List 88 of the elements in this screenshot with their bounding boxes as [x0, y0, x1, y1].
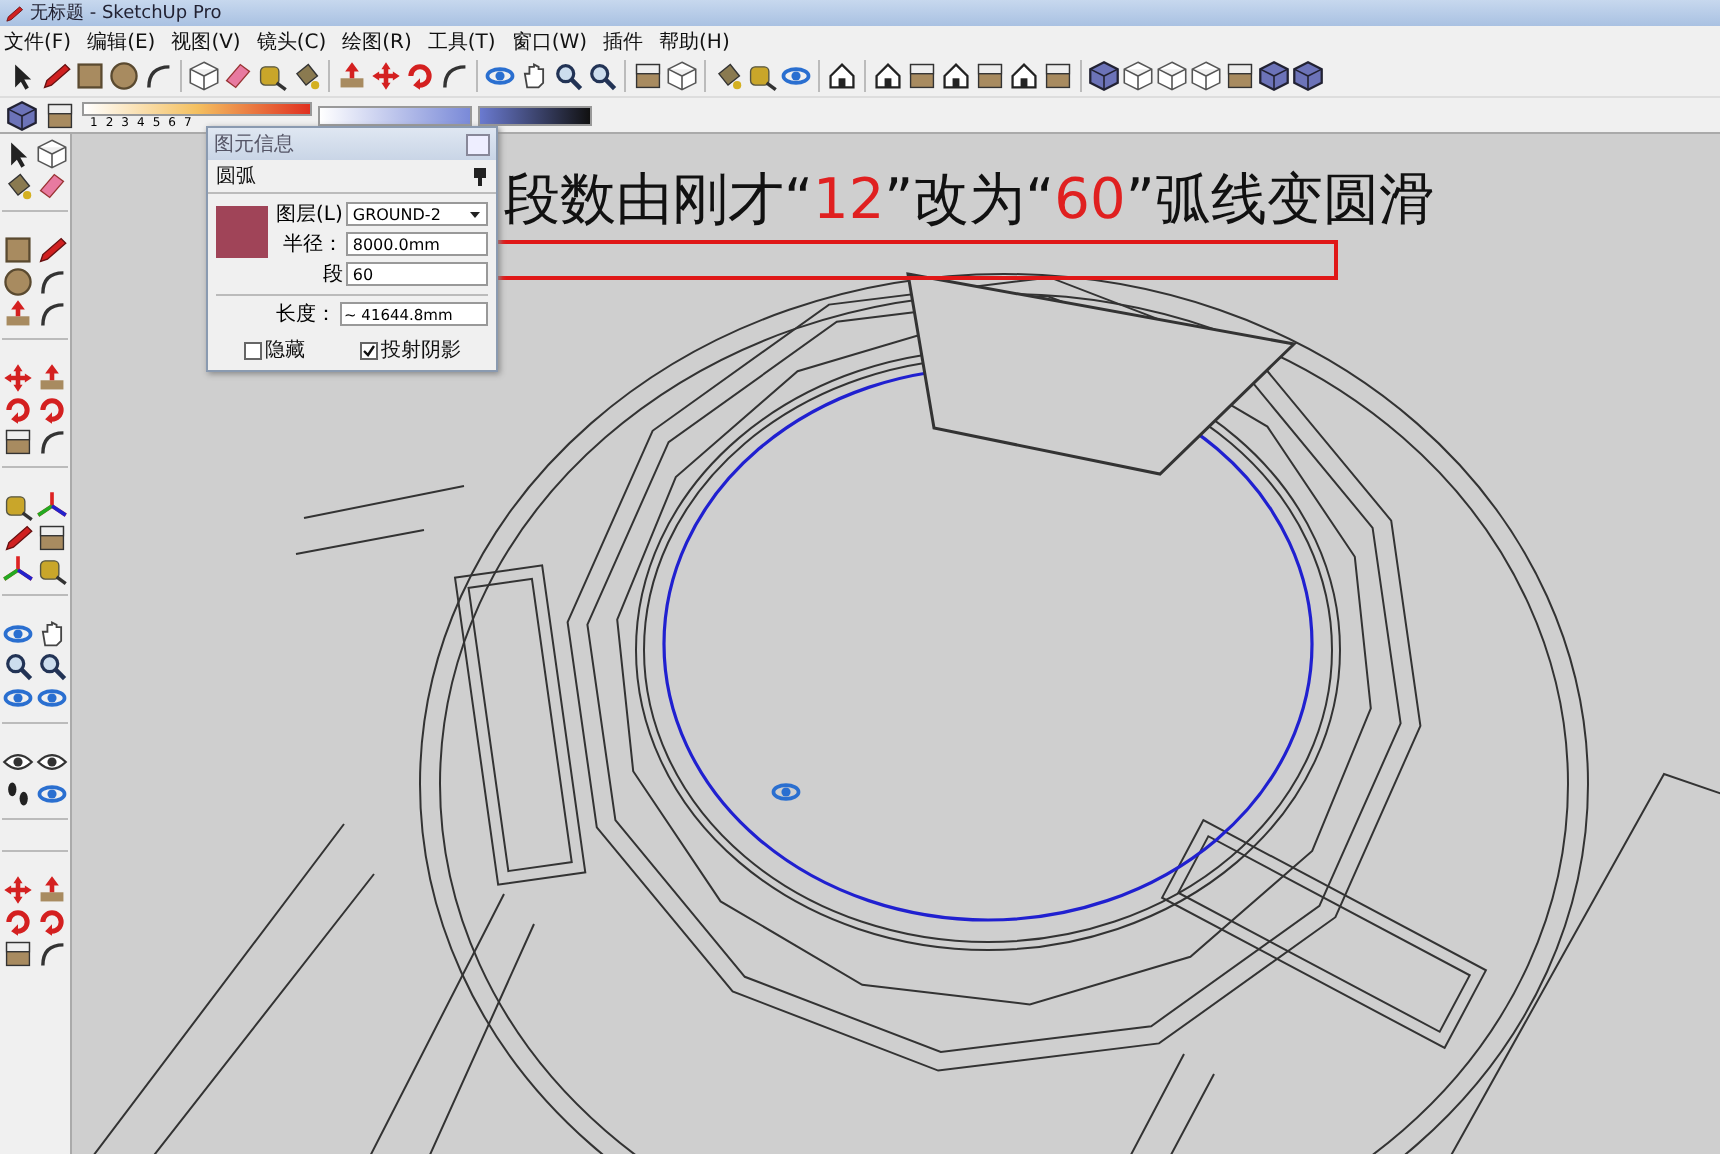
- pushpull-icon[interactable]: [36, 362, 68, 394]
- close-button[interactable]: [466, 133, 490, 155]
- move-arrows-icon[interactable]: [370, 60, 402, 92]
- eraser-icon[interactable]: [36, 170, 68, 202]
- menu-item[interactable]: 窗口(W): [511, 27, 588, 55]
- box-tray-icon[interactable]: [632, 60, 664, 92]
- box-tray-icon[interactable]: [906, 60, 938, 92]
- rectangle-icon[interactable]: [74, 60, 106, 92]
- wire-cube-icon[interactable]: [1190, 60, 1222, 92]
- rotate-arrows-icon[interactable]: [2, 906, 34, 938]
- rectangle-icon[interactable]: [2, 234, 34, 266]
- menu-item[interactable]: 工具(T): [427, 27, 496, 55]
- rotate-arrows-icon[interactable]: [36, 906, 68, 938]
- cube-icon[interactable]: [1292, 60, 1324, 92]
- wire-cube-icon[interactable]: [36, 138, 68, 170]
- menu-item[interactable]: 视图(V): [171, 27, 241, 55]
- rotate-arrows-icon[interactable]: [2, 394, 34, 426]
- radius-field[interactable]: 8000.0mm: [346, 232, 488, 256]
- field-label: 段: [320, 262, 343, 288]
- arc-icon[interactable]: [438, 60, 470, 92]
- segments-field[interactable]: 60: [346, 262, 488, 286]
- house-icon[interactable]: [872, 60, 904, 92]
- box-tray-icon[interactable]: [1224, 60, 1256, 92]
- magnifier-icon[interactable]: [552, 60, 584, 92]
- rotate-arrows-icon[interactable]: [36, 394, 68, 426]
- pushpull-icon[interactable]: [336, 60, 368, 92]
- field-label: 半径：: [280, 231, 343, 258]
- arc-icon[interactable]: [142, 60, 174, 92]
- box-tray-icon[interactable]: [44, 99, 76, 131]
- box-tray-icon[interactable]: [36, 522, 68, 554]
- layer-dropdown[interactable]: GROUND-2: [346, 202, 488, 226]
- wire-cube-icon[interactable]: [188, 60, 220, 92]
- house-icon[interactable]: [826, 60, 858, 92]
- footprints-icon[interactable]: [2, 778, 34, 810]
- hand-icon[interactable]: [518, 60, 550, 92]
- house-icon[interactable]: [1008, 60, 1040, 92]
- rotate-arrows-icon[interactable]: [404, 60, 436, 92]
- field-label: 长度：: [276, 301, 336, 328]
- entity-type: 圆弧: [216, 164, 256, 190]
- cube-icon[interactable]: [1088, 60, 1120, 92]
- wire-cube-icon[interactable]: [1122, 60, 1154, 92]
- material-swatch[interactable]: [216, 206, 268, 258]
- menu-item[interactable]: 文件(F): [4, 27, 72, 55]
- eraser-icon[interactable]: [222, 60, 254, 92]
- checkbox[interactable]: [359, 341, 377, 359]
- box-tray-icon[interactable]: [1042, 60, 1074, 92]
- box-tray-icon[interactable]: [974, 60, 1006, 92]
- menu-item[interactable]: 编辑(E): [87, 27, 156, 55]
- wire-cube-icon[interactable]: [1156, 60, 1188, 92]
- magnifier-icon[interactable]: [36, 650, 68, 682]
- box-tray-icon[interactable]: [2, 938, 34, 970]
- cube-icon[interactable]: [1258, 60, 1290, 92]
- magnifier-icon[interactable]: [2, 650, 34, 682]
- pushpull-icon[interactable]: [36, 874, 68, 906]
- move-arrows-icon[interactable]: [2, 362, 34, 394]
- menu-item[interactable]: 镜头(C): [256, 27, 327, 55]
- annotation-caption: 段数由刚才“12”改为“60”弧线变圆滑: [504, 164, 1435, 236]
- hand-icon[interactable]: [36, 618, 68, 650]
- checkbox[interactable]: [243, 341, 261, 359]
- arc-icon[interactable]: [36, 938, 68, 970]
- wire-cube-icon[interactable]: [666, 60, 698, 92]
- circle-icon[interactable]: [2, 266, 34, 298]
- pin-icon[interactable]: [472, 167, 488, 185]
- move-arrows-icon[interactable]: [2, 874, 34, 906]
- pencil-icon[interactable]: [40, 60, 72, 92]
- panel-title: 图元信息: [214, 131, 294, 158]
- pushpull-icon[interactable]: [2, 298, 34, 330]
- menu-item[interactable]: 帮助(H): [659, 27, 730, 55]
- cube-icon[interactable]: [6, 99, 38, 131]
- field-label: 图层(L): [276, 202, 343, 228]
- pencil-icon[interactable]: [36, 234, 68, 266]
- arc-icon[interactable]: [36, 426, 68, 458]
- checkbox-label: 投射阴影: [381, 337, 461, 364]
- arc-icon[interactable]: [36, 298, 68, 330]
- gradient-bar: [478, 105, 592, 125]
- menu-item[interactable]: 插件: [603, 27, 644, 55]
- house-icon[interactable]: [940, 60, 972, 92]
- magnifier-icon[interactable]: [586, 60, 618, 92]
- window-title: 无标题 - SketchUp Pro: [30, 1, 222, 26]
- pencil-icon[interactable]: [2, 522, 34, 554]
- axes-icon[interactable]: [36, 490, 68, 522]
- menu-item[interactable]: 绘图(R): [342, 27, 412, 55]
- circle-icon[interactable]: [108, 60, 140, 92]
- axes-icon[interactable]: [2, 554, 34, 586]
- box-tray-icon[interactable]: [2, 426, 34, 458]
- dropdown-arrow-icon[interactable]: [468, 207, 482, 221]
- checkbox-label: 隐藏: [265, 337, 305, 364]
- arc-icon[interactable]: [36, 266, 68, 298]
